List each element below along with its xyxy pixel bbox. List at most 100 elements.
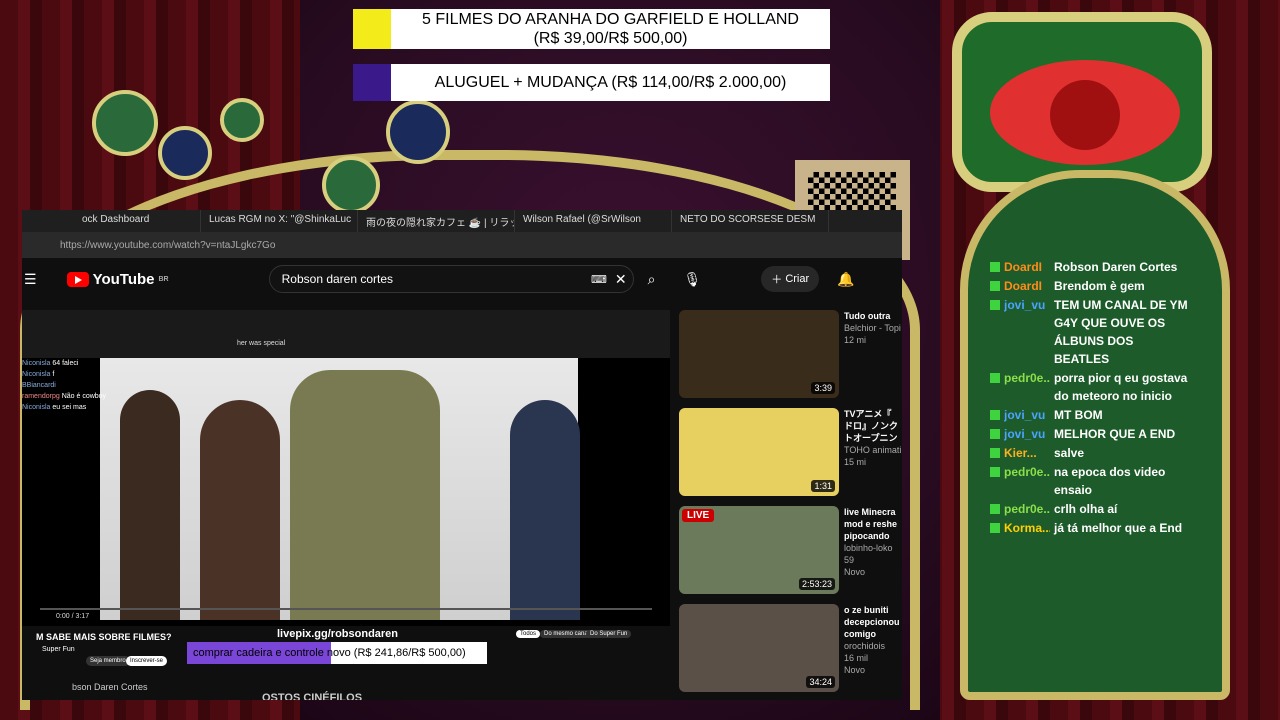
- tab-x-lucas[interactable]: Lucas RGM no X: "@ShinkaLuc: [201, 210, 358, 232]
- search-input[interactable]: Robson daren cortes ⌨ ✕: [268, 265, 634, 293]
- rec-title: o ze buniti decepcionou comigo: [844, 605, 900, 639]
- chat-message: Kier... salve: [990, 444, 1190, 462]
- mini-chat-text: Não é cowboy: [61, 393, 107, 400]
- chat-text: Brendom è gem: [1054, 279, 1145, 293]
- youtube-play-icon: [66, 271, 89, 287]
- address-bar[interactable]: https://www.youtube.com/watch?v=ntaJLgkc…: [22, 232, 902, 258]
- search-icon[interactable]: ⌕: [648, 271, 656, 288]
- video-time: 0:00 / 3:17: [56, 613, 90, 620]
- chat-message: pedr0e... crlh olha aí: [990, 500, 1190, 518]
- notifications-icon[interactable]: 🔔: [837, 271, 854, 288]
- mini-chat-user: Niconisla: [22, 371, 51, 378]
- nested-search: her was special: [237, 340, 286, 347]
- nested-screen-ui: her was special: [22, 310, 670, 358]
- recommendation-item[interactable]: LIVE 2:53:23 live Minecra mod e reshe pi…: [679, 506, 902, 602]
- eye-pupil: [1050, 80, 1120, 150]
- chat-username[interactable]: jovi_vu: [1004, 296, 1050, 368]
- goal-swatch-1: [353, 9, 391, 49]
- mini-chat-user: Niconisla: [22, 404, 51, 411]
- url-text: https://www.youtube.com/watch?v=ntaJLgkc…: [60, 239, 276, 251]
- chat-username[interactable]: Kier...: [1004, 444, 1050, 462]
- chat-message: pedr0e... na epoca dos video ensaio: [990, 463, 1190, 499]
- kick-badge-icon: [990, 410, 1000, 420]
- kick-badge-icon: [990, 373, 1000, 383]
- decor-orb-face3: [386, 100, 450, 164]
- chat-message: jovi_vu MELHOR QUE A END: [990, 425, 1190, 443]
- tab-scorsese[interactable]: NETO DO SCORSESE DESM: [672, 210, 829, 232]
- person-host: [290, 370, 440, 620]
- chat-username[interactable]: jovi_vu: [1004, 425, 1050, 443]
- rec-views: 12 mi: [844, 335, 867, 345]
- video-thumbnail[interactable]: 34:24: [679, 604, 839, 692]
- video-duration: 3:39: [811, 382, 835, 394]
- goal-1-title: 5 FILMES DO ARANHA DO GARFIELD E HOLLAND: [422, 11, 799, 28]
- youtube-logo-text: YouTube: [92, 270, 155, 288]
- rec-channel: orochidois: [844, 641, 886, 651]
- chat-username[interactable]: DoardI: [1004, 277, 1050, 295]
- mini-chat-user: Niconisla: [22, 360, 51, 367]
- kick-badge-icon: [990, 262, 1000, 272]
- person-4: [510, 400, 580, 620]
- rec-title: TVアニメ『 ドロ』ノンク トオープニン: [844, 409, 899, 443]
- chat-username[interactable]: pedr0e...: [1004, 369, 1050, 405]
- chat-message: DoardI Brendom è gem: [990, 277, 1190, 295]
- chat-username[interactable]: pedr0e...: [1004, 500, 1050, 518]
- tab-bar: ock Dashboard Lucas RGM no X: "@ShinkaLu…: [22, 210, 902, 232]
- recommendation-item[interactable]: 3:39 Tudo outra Belchior - Topi 12 mi: [679, 310, 902, 406]
- chat-username[interactable]: pedr0e...: [1004, 463, 1050, 499]
- clear-search-icon[interactable]: ✕: [615, 271, 627, 288]
- video-frame[interactable]: [100, 358, 580, 620]
- donation-goal-text: comprar cadeira e controle novo (R$ 241,…: [193, 647, 466, 659]
- mini-chat-text: 64 faleci: [52, 360, 79, 367]
- youtube-logo[interactable]: YouTube BR: [66, 270, 169, 288]
- goal-bar-2: ALUGUEL + MUDANÇA (R$ 114,00/R$ 2.000,00…: [353, 64, 830, 101]
- chat-username[interactable]: DoardI: [1004, 258, 1050, 276]
- chat-text: crlh olha aí: [1054, 502, 1118, 516]
- chat-username[interactable]: jovi_vu: [1004, 406, 1050, 424]
- microphone-icon[interactable]: 🎙: [683, 271, 701, 288]
- tab-dashboard[interactable]: ock Dashboard: [22, 210, 201, 232]
- video-duration: 34:24: [806, 676, 835, 688]
- decor-orb-face2: [322, 156, 380, 214]
- rec-views: 59: [844, 555, 855, 565]
- recommendation-item[interactable]: 34:24 o ze buniti decepcionou comigo oro…: [679, 604, 902, 700]
- menu-icon[interactable]: ☰: [24, 271, 37, 288]
- create-button[interactable]: ＋ Criar: [761, 266, 820, 292]
- recommendation-item[interactable]: 1:31 TVアニメ『 ドロ』ノンク トオープニン TOHO animati 1…: [679, 408, 902, 504]
- tab-wilson[interactable]: Wilson Rafael (@SrWilson: [515, 210, 672, 232]
- youtube-header: ☰ YouTube BR Robson daren cortes ⌨ ✕ ⌕ 🎙…: [22, 258, 902, 300]
- video-duration: 1:31: [811, 480, 835, 492]
- rec-views: 15 mi: [844, 457, 867, 467]
- video-player[interactable]: her was special Niconisla 64 faleci Nico…: [22, 310, 670, 626]
- kick-badge-icon: [990, 429, 1000, 439]
- recommendations-list: 3:39 Tudo outra Belchior - Topi 12 mi 1:…: [679, 310, 902, 700]
- chat-text: já tá melhor que a End: [1054, 521, 1183, 535]
- chat-username[interactable]: Korma...: [1004, 519, 1050, 537]
- rec-channel: TOHO animati: [844, 445, 902, 455]
- chat-text: MELHOR QUE A END: [1054, 427, 1176, 441]
- donation-goal-bar: comprar cadeira e controle novo (R$ 241,…: [187, 642, 487, 664]
- region-code: BR: [158, 275, 169, 283]
- join-button[interactable]: Seja membro: [86, 656, 130, 666]
- nested-chat: Niconisla 64 faleci Niconisla f BBiancar…: [22, 358, 122, 413]
- video-thumbnail[interactable]: LIVE 2:53:23: [679, 506, 839, 594]
- mini-chat-user: ramendorpg: [22, 393, 60, 400]
- decor-orb-face: [92, 90, 158, 156]
- chat-message: jovi_vu MT BOM: [990, 406, 1190, 424]
- video-thumbnail[interactable]: 3:39: [679, 310, 839, 398]
- chip-super-fun[interactable]: Do Super Fun: [586, 630, 632, 638]
- browser-window: ock Dashboard Lucas RGM no X: "@ShinkaLu…: [22, 210, 902, 700]
- tab-cafe[interactable]: 雨の夜の隠れ家カフェ ☕ | リラック: [358, 210, 515, 232]
- chip-all[interactable]: Todos: [516, 630, 541, 638]
- subscribe-button[interactable]: Inscrever-se: [126, 656, 168, 666]
- chat-text: na epoca dos video ensaio: [1054, 465, 1166, 497]
- rec-channel: Belchior - Topi: [844, 323, 901, 333]
- mini-chat-text: f: [52, 371, 55, 378]
- person-1: [120, 390, 180, 620]
- progress-bar[interactable]: [40, 608, 652, 610]
- chat-text: salve: [1054, 446, 1085, 460]
- chat-text: MT BOM: [1054, 408, 1103, 422]
- goal-2-title: ALUGUEL + MUDANÇA (R$ 114,00/R$ 2.000,00…: [434, 74, 787, 91]
- video-thumbnail[interactable]: 1:31: [679, 408, 839, 496]
- keyboard-icon[interactable]: ⌨: [591, 273, 607, 286]
